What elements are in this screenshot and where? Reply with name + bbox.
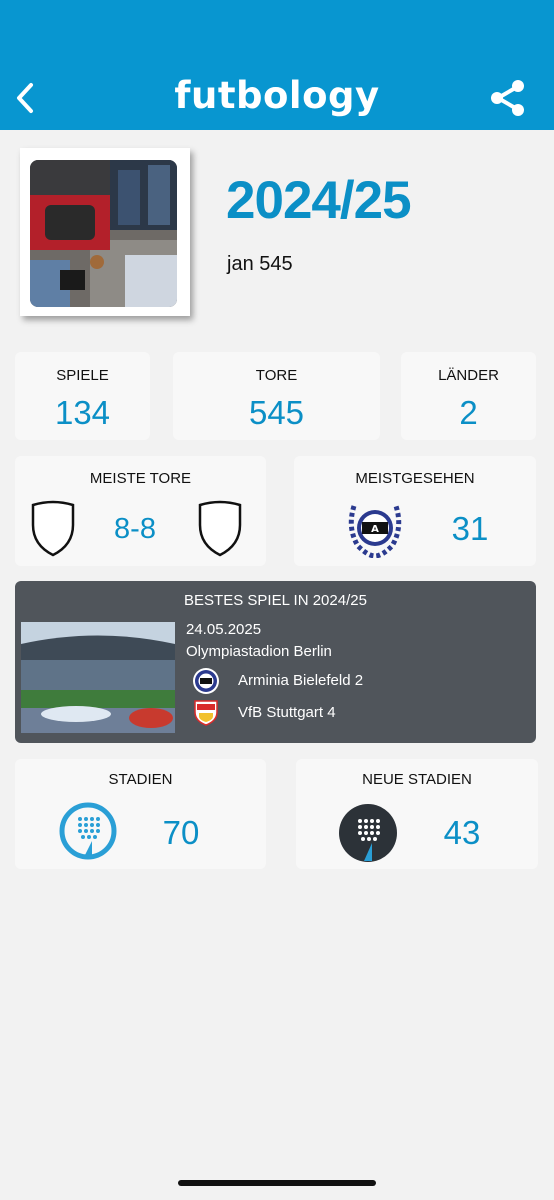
arminia-logo-icon: [193, 668, 219, 694]
most-goals-label: MEISTE TORE: [89, 470, 192, 487]
most-goals-card[interactable]: MEISTE TORE 8-8: [15, 456, 266, 566]
vfb-stuttgart-logo-icon: [194, 700, 218, 726]
home-shield-icon: [31, 500, 75, 557]
best-match-venue: Olympiastadion Berlin: [186, 643, 332, 660]
app-logo: futbology: [174, 74, 380, 117]
svg-text:A: A: [371, 524, 379, 535]
home-team: Arminia Bielefeld 2: [238, 672, 364, 689]
new-stadiums-value: 43: [443, 814, 481, 851]
best-match-card[interactable]: BESTES SPIEL IN 2024/25 24.05.2025 Olymp…: [15, 581, 536, 743]
share-icon: [491, 80, 524, 116]
top-app-bar: futbology: [0, 0, 554, 130]
most-goals-score: 8-8: [114, 513, 156, 545]
new-stadiums-card[interactable]: NEUE STADIEN 43: [296, 759, 538, 869]
new-stadiums-label: NEUE STADIEN: [362, 771, 472, 788]
stadiums-value: 70: [162, 814, 200, 851]
share-button[interactable]: [488, 78, 528, 118]
best-match-title: BESTES SPIEL IN 2024/25: [184, 592, 367, 609]
most-seen-card[interactable]: MEISTGESEHEN A 31: [294, 456, 536, 566]
username: jan 545: [227, 253, 293, 275]
countries-value: 2: [459, 394, 478, 431]
most-seen-value: 31: [451, 510, 489, 547]
stadium-icon: [59, 802, 117, 860]
season-photo-frame: [20, 148, 190, 316]
best-match-date: 24.05.2025: [186, 621, 262, 638]
arminia-crest-icon: A: [348, 505, 402, 558]
best-match-photo: [21, 622, 175, 733]
stadiums-card[interactable]: STADIEN 70: [15, 759, 266, 869]
goals-label: TORE: [255, 367, 298, 384]
away-shield-icon: [198, 500, 242, 557]
goals-value: 545: [248, 394, 305, 431]
new-stadium-icon: [339, 804, 397, 862]
games-card[interactable]: SPIELE 134: [15, 352, 150, 440]
games-value: 134: [54, 394, 111, 431]
away-team: VfB Stuttgart 4: [238, 704, 336, 721]
stadiums-label: STADIEN: [108, 771, 173, 788]
countries-card[interactable]: LÄNDER 2: [401, 352, 536, 440]
countries-label: LÄNDER: [438, 367, 499, 384]
season-photo[interactable]: [30, 160, 177, 307]
home-indicator: [178, 1180, 376, 1186]
most-seen-label: MEISTGESEHEN: [355, 470, 475, 487]
season-title: 2024/25: [226, 171, 412, 230]
games-label: SPIELE: [56, 367, 109, 384]
goals-card[interactable]: TORE 545: [173, 352, 380, 440]
